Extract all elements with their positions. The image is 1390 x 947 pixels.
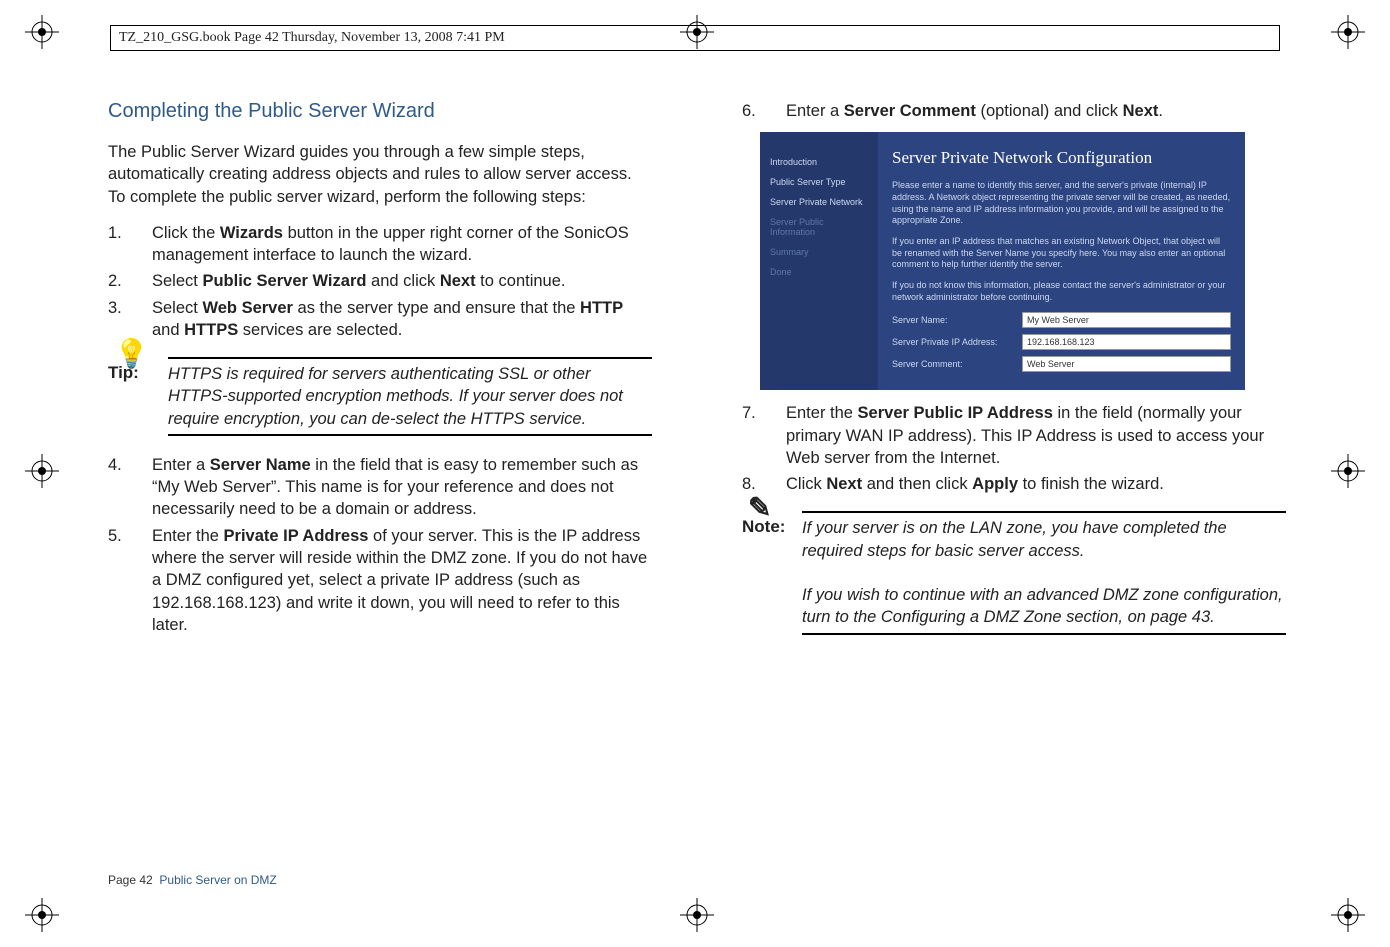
server-ip-input[interactable] [1022,334,1231,350]
note-text-1: If your server is on the LAN zone, you h… [802,519,1227,559]
step-2: 2.Select Public Server Wizard and click … [108,270,652,292]
section-heading: Completing the Public Server Wizard [108,100,652,123]
lightbulb-icon: 💡 [114,337,149,370]
step-1: 1.Click the Wizards button in the upper … [108,222,652,267]
note-callout: ✎Note: If your server is on the LAN zone… [742,511,1286,634]
wizard-nav-item: Server Private Network [768,192,870,212]
page-footer: Page 42 Public Server on DMZ [108,873,277,887]
crop-mark-icon [25,898,59,932]
server-name-input[interactable] [1022,312,1231,328]
crop-mark-icon [1331,898,1365,932]
right-column: 6.Enter a Server Comment (optional) and … [742,100,1286,653]
wizard-para: Please enter a name to identify this ser… [892,180,1231,227]
crop-mark-icon [25,15,59,49]
wizard-screenshot: Introduction Public Server Type Server P… [760,132,1245,390]
wizard-nav-item: Introduction [768,152,870,172]
step-7: 7.Enter the Server Public IP Address in … [742,402,1286,469]
doc-header: TZ_210_GSG.book Page 42 Thursday, Novemb… [110,25,1280,51]
step-3: 3.Select Web Server as the server type a… [108,297,652,342]
server-name-label: Server Name: [892,315,1022,325]
wizard-nav: Introduction Public Server Type Server P… [760,132,878,390]
intro-paragraph: The Public Server Wizard guides you thro… [108,141,652,208]
wizard-para: If you enter an IP address that matches … [892,236,1231,271]
note-text-2: If you wish to continue with an advanced… [802,586,1283,626]
crop-mark-icon [1331,454,1365,488]
wizard-title: Server Private Network Configuration [892,142,1231,180]
wizard-nav-item: Public Server Type [768,172,870,192]
step-8: 8.Click Next and then click Apply to fin… [742,473,1286,495]
step-6: 6.Enter a Server Comment (optional) and … [742,100,1286,122]
server-comment-label: Server Comment: [892,359,1022,369]
wizard-nav-item: Summary [768,242,870,262]
crop-mark-icon [25,454,59,488]
step-5: 5.Enter the Private IP Address of your s… [108,525,652,636]
tip-callout: 💡Tip: HTTPS is required for servers auth… [108,357,652,436]
step-4: 4.Enter a Server Name in the field that … [108,454,652,521]
left-column: Completing the Public Server Wizard The … [108,100,652,653]
pencil-icon: ✎ [748,491,771,524]
crop-mark-icon [680,898,714,932]
crop-mark-icon [1331,15,1365,49]
wizard-nav-item: Done [768,262,870,282]
wizard-nav-item: Server Public Information [768,212,870,242]
server-ip-label: Server Private IP Address: [892,337,1022,347]
wizard-para: If you do not know this information, ple… [892,280,1231,303]
server-comment-input[interactable] [1022,356,1231,372]
